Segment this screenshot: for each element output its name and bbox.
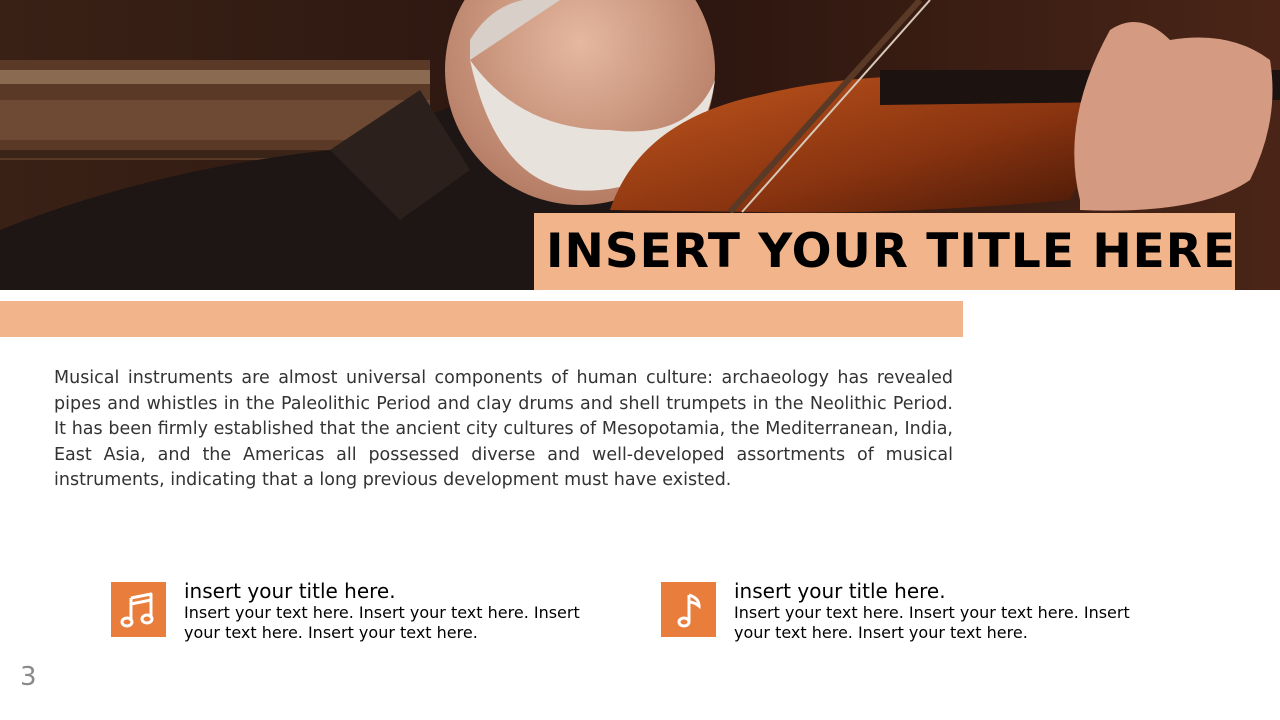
feature-title-2: insert your title here. [734,579,946,603]
feature-text-1: Insert your text here. Insert your text … [184,603,580,642]
feature-text-2: Insert your text here. Insert your text … [734,603,1130,642]
single-music-note-icon [661,582,716,637]
double-music-note-icon [111,582,166,637]
body-paragraph: Musical instruments are almost universal… [54,368,953,490]
accent-bar [0,301,963,337]
slide-title: INSERT YOUR TITLE HERE [546,224,1237,279]
title-box: INSERT YOUR TITLE HERE [534,213,1235,290]
feature-title-1: insert your title here. [184,579,396,603]
page-number: 3 [20,662,37,692]
